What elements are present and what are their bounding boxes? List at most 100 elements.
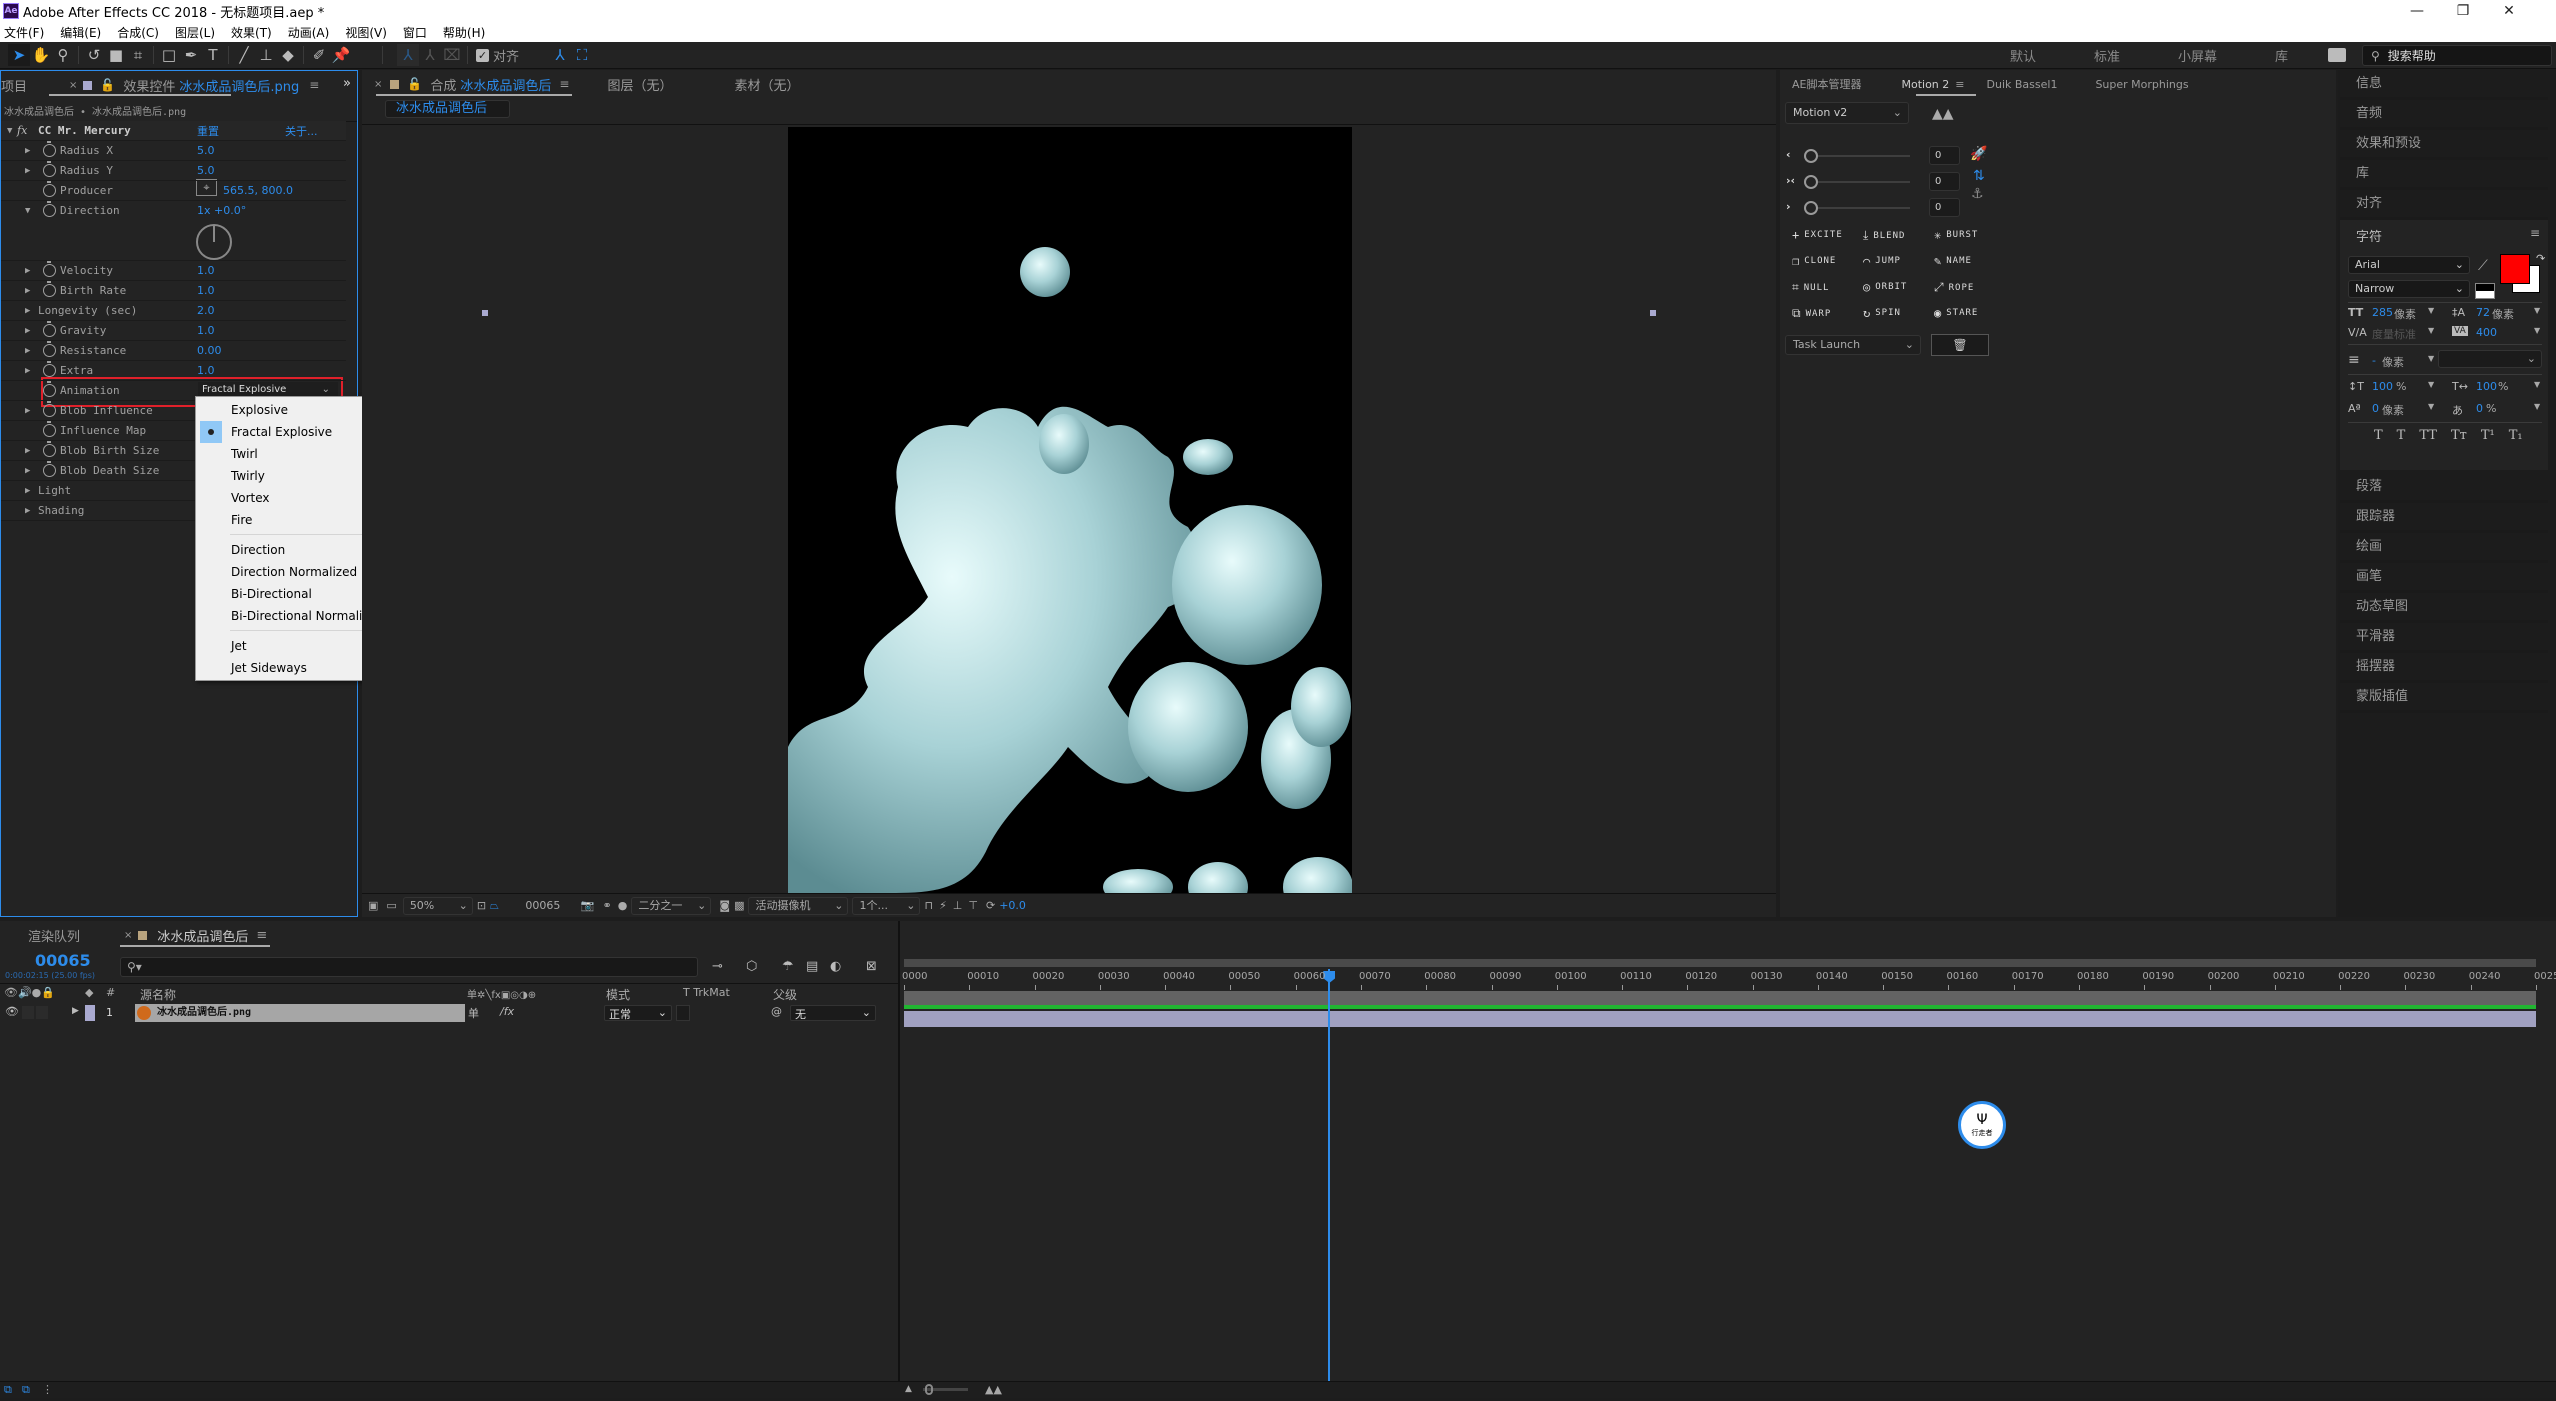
pan-behind-tool-icon[interactable]: ⌗ [127,44,149,66]
brush-tool-icon[interactable]: ╱ [233,44,255,66]
layer-label-color[interactable] [85,1005,95,1021]
channels-icon[interactable]: ● [618,899,628,912]
tab-timeline-comp[interactable]: 冰水成品调色后 [157,926,248,945]
text-style-button[interactable]: T₁ [2509,428,2523,443]
zoom-out-icon[interactable]: ▲ [905,1384,912,1394]
property-value[interactable]: 5.0 [197,144,215,157]
selection-tool-icon[interactable]: ➤ [8,44,30,66]
expand-triangle-icon[interactable]: ▶ [25,506,30,516]
dropdown-option[interactable]: Vortex [231,487,270,509]
show-snapshot-icon[interactable]: ⚭ [603,899,612,912]
clone-button[interactable]: ❐ CLONE [1792,254,1836,268]
work-area-bar[interactable] [904,991,2536,1005]
layer-duration-bar[interactable] [904,1011,2536,1027]
tab-super-morphings[interactable]: Super Morphings [2095,78,2188,91]
expand-triangle-icon[interactable]: ▶ [25,466,30,476]
comp-viewer[interactable] [788,127,1352,893]
dropdown-option[interactable]: Twirly [231,465,265,487]
stopwatch-icon[interactable] [43,181,56,197]
expand-triangle-icon[interactable]: ▶ [25,406,30,416]
trash-button[interactable]: 🗑 [1931,334,1989,356]
effect-property-row[interactable]: ▶ Radius X 5.0 [1,141,346,161]
tab-footage[interactable]: 素材（无） [734,75,799,94]
panel-menu-icon[interactable]: ≡ [559,77,569,91]
collapsed-panel[interactable]: 效果和预设 [2340,130,2548,160]
fast-previews-icon[interactable]: ⚡ [939,899,947,912]
close-tab-icon[interactable]: × [69,80,77,91]
snap-feature-icon[interactable]: ⅄ [549,44,571,66]
close-tab-icon[interactable]: × [374,79,382,90]
dropdown-option[interactable]: Explosive [231,399,288,421]
close-icon[interactable]: ✕ [2486,0,2532,22]
camera-select[interactable]: 活动摄像机 ⌄ [748,896,849,915]
expand-triangle-icon[interactable]: ▶ [25,446,30,456]
dropdown-option[interactable]: Bi-Directional Normalized [231,605,384,627]
reset-exposure-icon[interactable]: ⟳ [986,899,995,912]
flowchart-icon[interactable]: ⊤ [968,899,978,912]
expand-triangle-icon[interactable]: ▶ [25,166,30,176]
collapsed-panel[interactable]: 画笔 [2340,563,2548,593]
collapsed-panel[interactable]: 跟踪器 [2340,503,2548,533]
menu-layer[interactable]: 图层(L) [175,24,215,41]
zoom-tool-icon[interactable]: ⚲ [52,44,74,66]
collapsed-panel[interactable]: 信息 [2340,70,2548,100]
effect-controls-target[interactable]: 冰水成品调色后.png [179,76,299,95]
graph-editor-icon[interactable]: ⊠ [866,959,877,974]
clone-stamp-tool-icon[interactable]: ⊥ [255,44,277,66]
exposure-value[interactable]: +0.0 [999,899,1026,912]
comp-navigator-chip[interactable]: 冰水成品调色后 [385,100,510,118]
property-value[interactable]: 565.5, 800.0 [223,184,293,197]
property-value[interactable]: 5.0 [197,164,215,177]
property-value[interactable]: 1.0 [197,264,215,277]
motion-slider-thumb[interactable] [1804,149,1818,163]
collapsed-panel[interactable]: 动态草图 [2340,593,2548,623]
property-value[interactable]: 0.00 [197,344,222,357]
toggle-modes-icon[interactable]: ⧉ [22,1383,30,1397]
layer-handle-right[interactable] [1650,310,1656,316]
pen-tool-icon[interactable]: ✒ [180,44,202,66]
workspace-library[interactable]: 库 [2275,46,2288,65]
toggle-switches-icon[interactable]: ⧉ [4,1383,12,1397]
stopwatch-icon[interactable] [43,421,56,437]
resolution-select[interactable]: 二分之一 ⌄ [631,896,712,915]
effect-about-link[interactable]: 关于... [285,123,318,139]
task-launch-select[interactable]: Task Launch ⌄ [1785,335,1921,355]
motion-slider-value[interactable]: 0 [1929,198,1960,217]
motion-slider-track[interactable] [1814,181,1910,183]
stopwatch-icon[interactable] [43,361,56,377]
menu-window[interactable]: 窗口 [403,24,427,41]
collapsed-panel[interactable]: 段落 [2340,473,2548,503]
stopwatch-icon[interactable] [43,201,56,217]
local-axis-icon[interactable]: ⅄ [397,44,419,66]
motion-slider-thumb[interactable] [1804,201,1818,215]
panel-menu-icon[interactable]: ≡ [1955,78,1964,91]
always-preview-icon[interactable]: ▣ [368,899,378,912]
stopwatch-icon[interactable] [43,441,56,457]
eraser-tool-icon[interactable]: ◆ [277,44,299,66]
menu-help[interactable]: 帮助(H) [443,24,485,41]
stopwatch-icon[interactable] [43,341,56,357]
expand-triangle-icon[interactable]: ▶ [25,346,30,356]
warp-button[interactable]: ⧉ WARP [1792,306,1831,321]
region-of-interest-icon[interactable]: ◙ [719,899,730,912]
safe-zones-icon[interactable]: ⊡ [477,899,486,912]
blend-button[interactable]: ⤓ BLEND [1863,228,1905,243]
text-style-button[interactable]: Tт [2451,428,2467,443]
mode-header[interactable]: 模式 [606,986,630,1003]
dropdown-option[interactable]: Jet [231,635,247,657]
swap-colors-icon[interactable]: ↷ [2536,252,2545,265]
motion-slider-value[interactable]: 0 [1929,172,1960,191]
shy-layers-icon[interactable]: ☂ [782,959,794,974]
expand-triangle-icon[interactable]: ▶ [25,266,30,276]
effect-property-row[interactable]: ▶ Longevity (sec) 2.0 [1,301,346,321]
kerning-value[interactable]: 度量标准 [2372,326,2416,342]
layer-handle-left[interactable] [482,310,488,316]
snap-bounds-icon[interactable]: ⛶ [571,44,593,66]
layer-row[interactable]: 👁 ▶ 1 冰水成品调色后.png 单/fx 正常 ⌄ @ 无 ⌄ [0,1004,898,1022]
fill-color-swatch[interactable] [2500,254,2530,284]
expand-triangle-icon[interactable]: ▶ [25,486,30,496]
camera-tool-icon[interactable]: ■ [105,44,127,66]
preset-select[interactable]: Motion v2 ⌄ [1785,102,1909,124]
draft-3d-icon[interactable]: ⬡ [746,959,757,974]
source-name-header[interactable]: 源名称 [140,986,176,1003]
